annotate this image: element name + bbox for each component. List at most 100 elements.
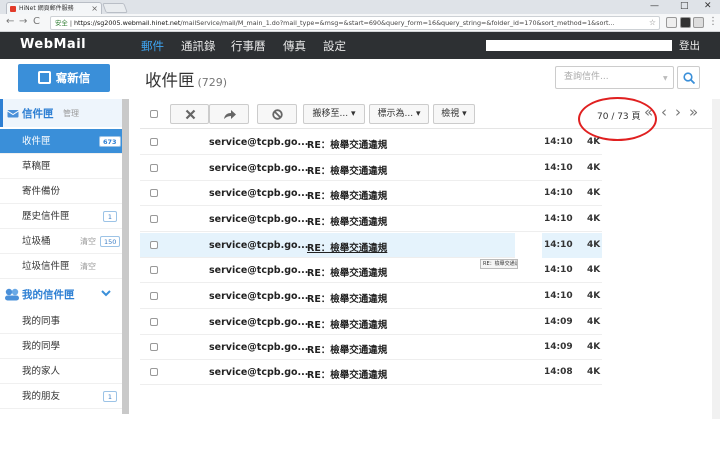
row-checkbox[interactable] (150, 368, 158, 376)
mail-sender: service@tcpb.go... (209, 214, 309, 225)
new-tab-button[interactable] (102, 3, 128, 13)
scrollbar-thumb[interactable] (122, 99, 129, 414)
forward-button[interactable] (209, 104, 249, 124)
my-folders-header[interactable]: 我的信件匣 (0, 280, 122, 308)
mail-row[interactable]: service@tcpb.go... RE：檢舉交通違規 14:10 4K (140, 130, 602, 155)
block-spam-button[interactable] (257, 104, 297, 124)
mail-subject[interactable]: RE：檢舉交通違規 (307, 265, 387, 279)
extension-icon[interactable] (666, 17, 677, 28)
logout-link[interactable]: 登出 (679, 38, 700, 53)
browser-tab[interactable]: HiNet 網頁郵件服務 × (6, 2, 102, 14)
mail-row[interactable]: service@tcpb.go... RE：檢舉交通違規 14:10 4K (140, 207, 602, 232)
folder-inbox[interactable]: 收件匣 673 (0, 129, 122, 154)
nav-settings[interactable]: 設定 (323, 38, 346, 54)
mailbox-section-header[interactable]: 信件匣 管理 (0, 99, 122, 127)
empty-spam-link[interactable]: 清空 (80, 254, 96, 279)
unread-badge: 673 (99, 136, 121, 147)
folder-classmates[interactable]: 我的同學 (0, 334, 122, 359)
folder-drafts[interactable]: 草稿匣 (0, 154, 122, 179)
back-icon[interactable]: ← (6, 16, 14, 27)
nav-calendar[interactable]: 行事曆 (231, 38, 266, 54)
mail-subject[interactable]: RE：檢舉交通違規 (307, 188, 387, 202)
nav-contacts[interactable]: 通訊錄 (181, 38, 216, 54)
maximize-icon[interactable]: □ (680, 1, 689, 11)
move-to-dropdown[interactable]: 搬移至... ▾ (303, 104, 365, 124)
mail-sender: service@tcpb.go... (209, 265, 309, 276)
main-scrollbar[interactable] (712, 99, 720, 419)
webmail-logo[interactable]: WebMail (20, 37, 86, 52)
row-checkbox[interactable] (150, 241, 158, 249)
tab-title: HiNet 網頁郵件服務 (19, 5, 74, 12)
extension-icon[interactable] (680, 17, 691, 28)
folder-label: 我的同事 (22, 316, 61, 327)
reload-icon[interactable]: C (33, 16, 40, 27)
row-checkbox[interactable] (150, 138, 158, 146)
address-bar[interactable]: 安全 | https://sg2005.webmail.hinet.net/ma… (50, 16, 660, 30)
row-checkbox[interactable] (150, 266, 158, 274)
row-checkbox[interactable] (150, 164, 158, 172)
compose-label: 寫新信 (55, 71, 91, 85)
mail-size: 4K (587, 317, 601, 327)
mail-subject[interactable]: RE：檢舉交通違規 (307, 367, 387, 381)
mail-subject[interactable]: RE：檢舉交通違規 (307, 240, 387, 254)
delete-button[interactable] (170, 104, 209, 124)
mail-subject[interactable]: RE：檢舉交通違規 (307, 342, 387, 356)
nav-mail[interactable]: 郵件 (141, 38, 164, 54)
chevron-down-icon[interactable] (101, 290, 111, 297)
mail-row-hovered[interactable]: service@tcpb.go... RE：檢舉交通違規 (140, 233, 515, 258)
folder-friends[interactable]: 我的朋友 1 (0, 384, 122, 409)
row-checkbox[interactable] (150, 292, 158, 300)
browser-menu-icon[interactable]: ⋮ (708, 16, 718, 27)
last-page-icon[interactable]: » (689, 104, 698, 120)
next-page-icon[interactable]: › (675, 104, 681, 120)
folder-label: 我的朋友 (22, 391, 61, 402)
mail-subject[interactable]: RE：檢舉交通違規 (307, 163, 387, 177)
mail-subject[interactable]: RE：檢舉交通違規 (307, 291, 387, 305)
search-button[interactable] (677, 66, 700, 89)
view-dropdown[interactable]: 檢視 ▾ (433, 104, 475, 124)
mail-time: 14:08 (544, 367, 573, 377)
mail-subject[interactable]: RE：檢舉交通違規 (307, 317, 387, 331)
extension-icon[interactable] (693, 17, 704, 28)
row-checkbox[interactable] (150, 318, 158, 326)
compose-button[interactable]: 寫新信 (18, 64, 110, 92)
folder-trash[interactable]: 垃圾桶 清空 150 (0, 229, 122, 254)
mail-row[interactable]: service@tcpb.go... RE：檢舉交通違規 14:09 4K (140, 335, 602, 360)
sidebar-scrollbar[interactable] (122, 99, 129, 414)
mail-row[interactable]: service@tcpb.go... RE：檢舉交通違規 14:09 4K (140, 310, 602, 335)
search-dropdown-icon[interactable]: ▼ (663, 75, 668, 82)
minimize-icon[interactable]: — (650, 1, 659, 11)
mail-row[interactable]: service@tcpb.go... RE：檢舉交通違規 14:10 4K (140, 284, 602, 309)
row-checkbox[interactable] (150, 189, 158, 197)
mail-subject[interactable]: RE：檢舉交通違規 (307, 137, 387, 151)
prev-page-icon[interactable]: ‹ (661, 104, 667, 120)
mail-row[interactable]: service@tcpb.go... RE：檢舉交通違規 14:10 4K (140, 258, 602, 283)
mail-sender: service@tcpb.go... (209, 291, 309, 302)
folder-colleagues[interactable]: 我的同事 (0, 309, 122, 334)
bookmark-star-icon[interactable]: ☆ (649, 17, 656, 29)
folder-family[interactable]: 我的家人 (0, 359, 122, 384)
folder-history[interactable]: 歷史信件匣 1 (0, 204, 122, 229)
select-all-checkbox[interactable] (150, 110, 158, 118)
people-icon (5, 288, 19, 301)
nav-fax[interactable]: 傳真 (283, 38, 306, 54)
empty-trash-link[interactable]: 清空 (80, 229, 96, 254)
row-checkbox[interactable] (150, 343, 158, 351)
mail-row[interactable]: service@tcpb.go... RE：檢舉交通違規 14:10 4K (140, 181, 602, 206)
mark-as-dropdown[interactable]: 標示為... ▾ (369, 104, 429, 124)
mail-size: 4K (587, 137, 601, 147)
row-checkbox[interactable] (150, 215, 158, 223)
close-window-icon[interactable]: ✕ (704, 1, 712, 11)
search-input[interactable]: 查詢信件... (555, 66, 674, 89)
forward-icon[interactable]: → (19, 16, 27, 27)
mail-row[interactable]: service@tcpb.go... RE：檢舉交通違規 14:10 4K (140, 156, 602, 181)
mail-row[interactable]: service@tcpb.go... RE：檢舉交通違規 14:08 4K (140, 360, 602, 385)
folder-spam[interactable]: 垃圾信件匣 清空 (0, 254, 122, 279)
tab-close-icon[interactable]: × (91, 3, 98, 14)
mail-subject[interactable]: RE：檢舉交通違規 (307, 214, 387, 228)
manage-link[interactable]: 管理 (63, 108, 79, 119)
app-header: WebMail 郵件 通訊錄 行事曆 傳真 設定 登出 (0, 32, 720, 59)
folder-sent[interactable]: 寄件備份 (0, 179, 122, 204)
mail-sender: service@tcpb.go... (209, 137, 309, 148)
mail-row-meta[interactable]: 14:10 4K (540, 233, 602, 258)
